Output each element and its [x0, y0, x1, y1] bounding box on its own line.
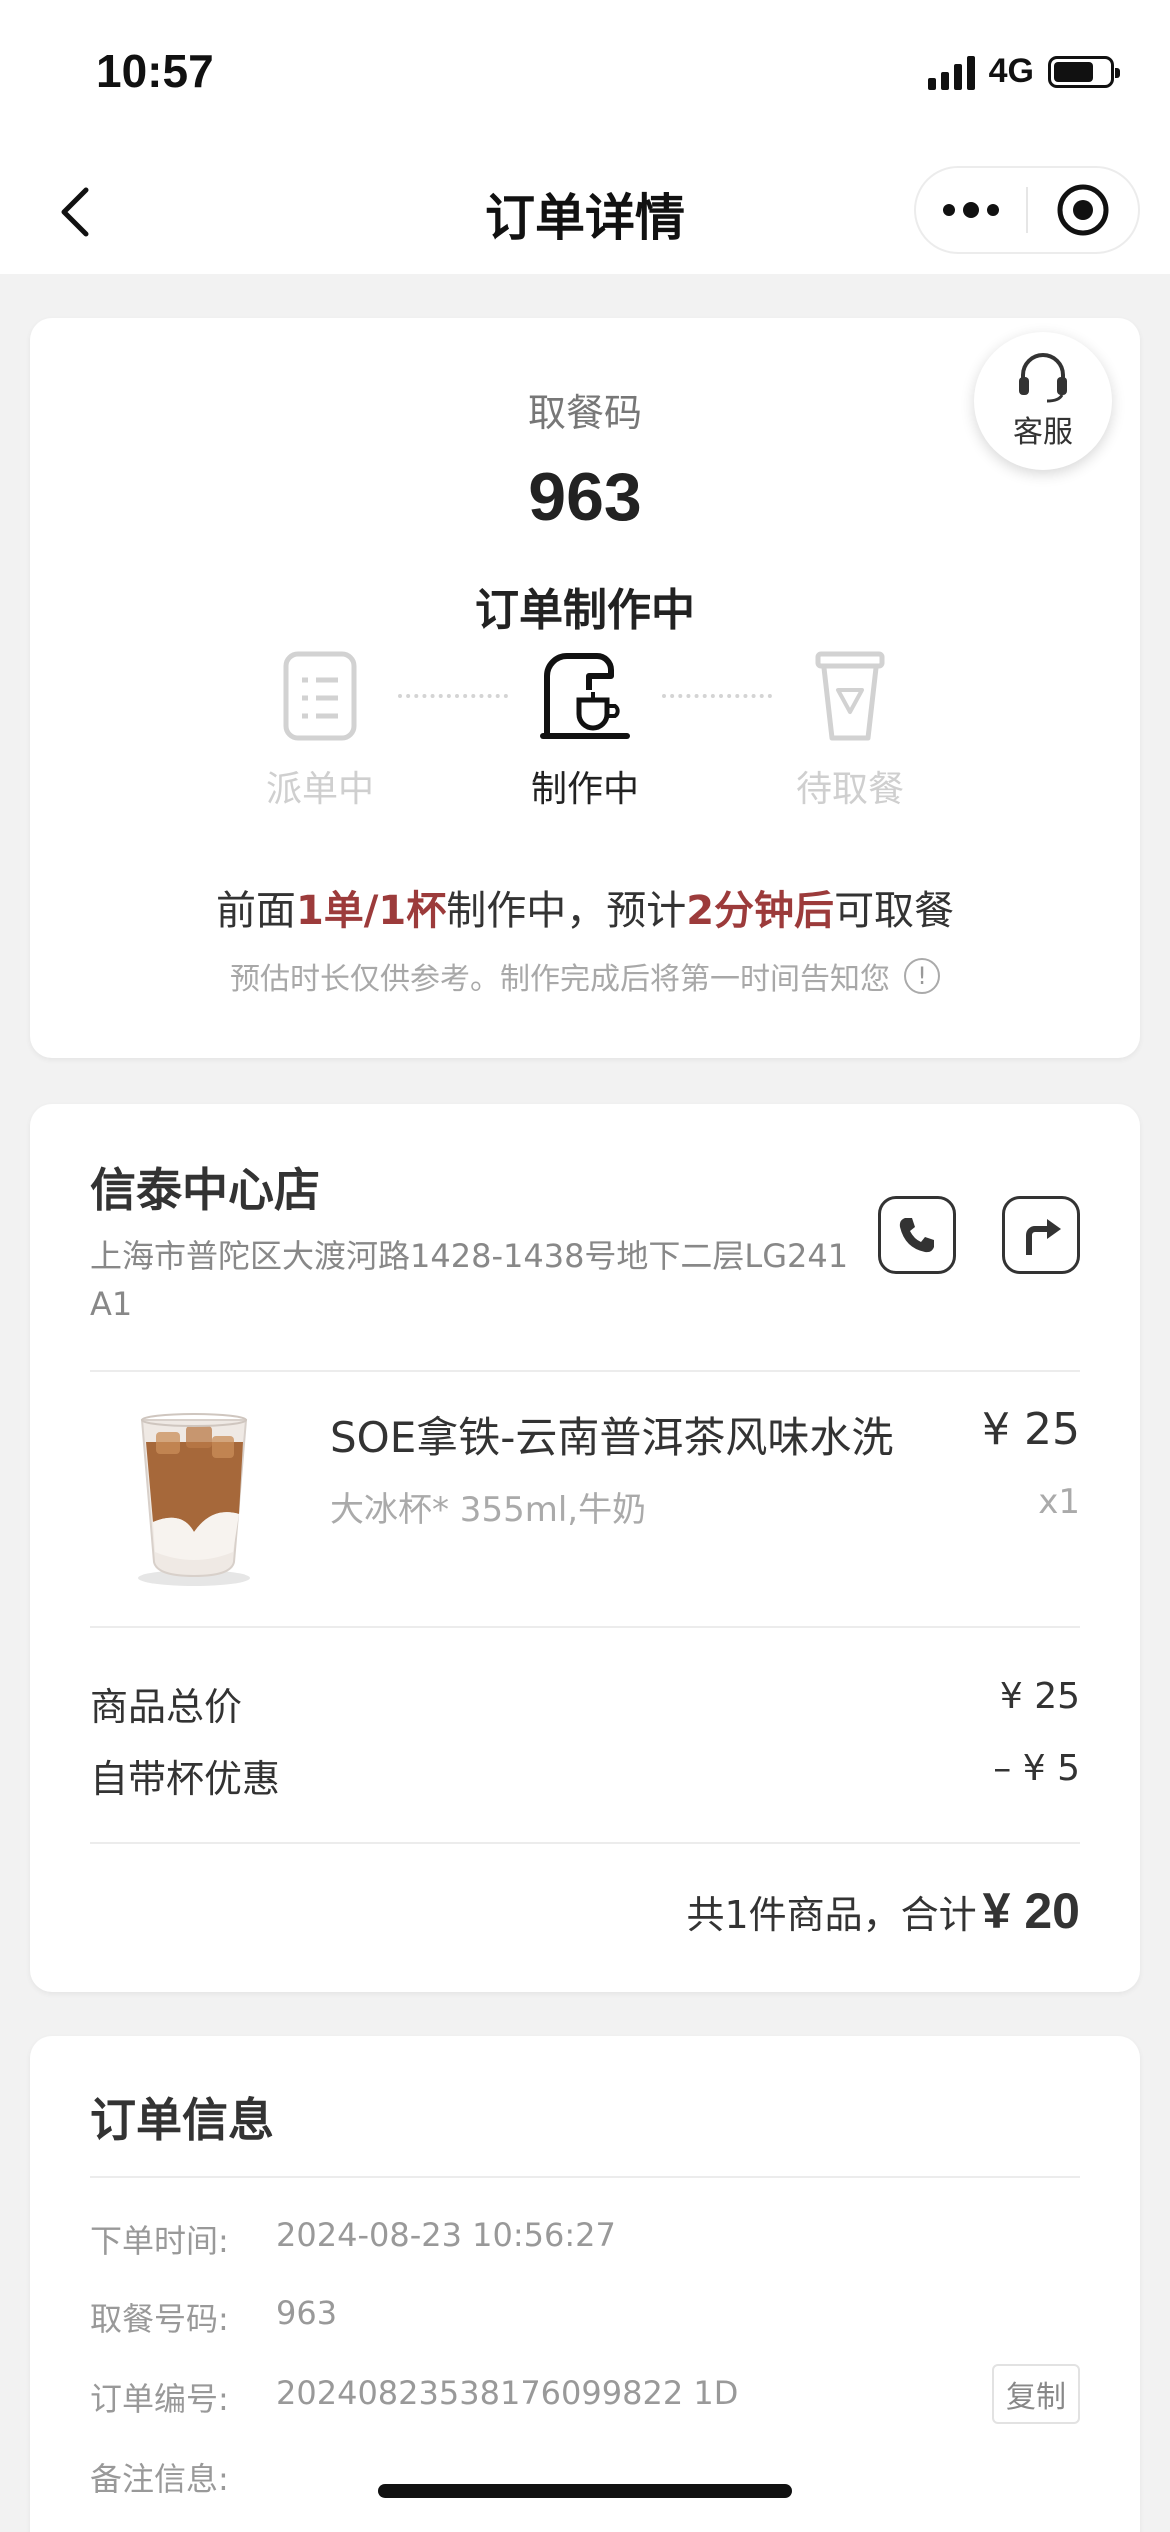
queue-text: 可取餐 [834, 888, 955, 934]
info-icon[interactable]: ! [904, 958, 940, 994]
clipboard-icon [283, 651, 357, 741]
step-connector [398, 694, 508, 698]
cup-icon [815, 651, 885, 741]
fee-label: 自带杯优惠 [90, 1757, 281, 1801]
progress-steps: 派单中 制作中 待取餐 [30, 648, 1140, 818]
network-label: 4G [988, 52, 1034, 90]
divider [90, 1842, 1080, 1844]
phone-icon [899, 1218, 934, 1253]
order-total: 共1件商品，合计 ¥ 20 [686, 1882, 1080, 1940]
info-value: 2024-08-23 10:56:27 [276, 2216, 616, 2254]
info-key: 下单时间: [90, 2222, 229, 2260]
order-info-title: 订单信息 [90, 2093, 274, 2147]
product-spec: 大冰杯* 355ml,牛奶 [330, 1490, 647, 1530]
directions-icon [1026, 1219, 1061, 1255]
divider [90, 1626, 1080, 1628]
product-price: ¥ 25 [982, 1404, 1080, 1455]
divider [90, 2176, 1080, 2178]
status-indicators: 4G [927, 52, 1120, 91]
product-quantity: x1 [1038, 1482, 1080, 1522]
queue-text: 前面 [215, 888, 296, 934]
info-key: 备注信息: [90, 2460, 229, 2498]
miniprogram-capsule [914, 166, 1140, 254]
copy-order-number-button[interactable]: 复制 [992, 2364, 1080, 2424]
total-amount: ¥ 20 [982, 1883, 1080, 1939]
step-label: 派单中 [265, 769, 374, 810]
step-dispatching: 派单中 [230, 648, 410, 812]
info-key: 订单编号: [90, 2380, 229, 2418]
step-making: 制作中 [495, 648, 675, 812]
store-address: 上海市普陀区大渡河路1428-1438号地下二层LG241 A1 [90, 1237, 849, 1323]
signal-icon [927, 54, 975, 90]
store-card: 信泰中心店 上海市普陀区大渡河路1428-1438号地下二层LG241 A1 S… [30, 1104, 1140, 1992]
store-name: 信泰中心店 [90, 1163, 320, 1217]
divider [90, 1370, 1080, 1372]
estimate-note: 预估时长仅供参考。制作完成后将第一时间告知您 ! [30, 954, 1140, 998]
pickup-card: 客服 取餐码 963 订单制作中 派单中 制作中 待取餐 前面1单/1杯制作中，… [30, 318, 1140, 1058]
queue-estimate: 前面1单/1杯制作中，预计2分钟后可取餐 [30, 878, 1140, 936]
more-button[interactable] [916, 168, 1026, 252]
estimate-note-text: 预估时长仅供参考。制作完成后将第一时间告知您 [230, 962, 890, 997]
step-label: 待取餐 [795, 769, 904, 810]
fee-label: 商品总价 [90, 1685, 243, 1729]
navigate-button[interactable] [1002, 1196, 1080, 1274]
coffee-machine-icon [540, 653, 630, 739]
fee-value: – ¥ 5 [993, 1748, 1080, 1789]
iced-latte-icon [138, 1413, 250, 1586]
fee-value: ¥ 25 [999, 1676, 1080, 1717]
info-key: 取餐号码: [90, 2300, 229, 2338]
total-prefix: 共1件商品，合计 [686, 1893, 977, 1937]
info-value: 20240823538176099822 1D [276, 2374, 739, 2412]
order-status: 订单制作中 [475, 585, 695, 636]
discount-row: 自带杯优惠 – ¥ 5 [90, 1748, 1080, 1803]
close-miniprogram-button[interactable] [1028, 168, 1138, 252]
pickup-code-label: 取餐码 [527, 391, 642, 435]
wait-time: 2分钟后 [686, 888, 835, 934]
step-connector [662, 694, 772, 698]
product-name: SOE拿铁-云南普洱茶风味水洗 [330, 1413, 894, 1462]
order-info-card: 订单信息 下单时间: 2024-08-23 10:56:27 取餐号码: 963… [30, 2036, 1140, 2532]
step-label: 制作中 [530, 769, 639, 810]
info-value: 963 [276, 2294, 338, 2332]
subtotal-row: 商品总价 ¥ 25 [90, 1676, 1080, 1731]
status-time: 10:57 [96, 45, 214, 97]
home-indicator[interactable] [378, 2484, 792, 2498]
more-dots-icon [943, 202, 999, 218]
product-image [122, 1402, 272, 1592]
target-icon [1057, 184, 1109, 236]
status-bar: 10:57 4G [0, 0, 1170, 150]
battery-icon [1048, 55, 1120, 88]
nav-bar: 订单详情 [0, 150, 1170, 274]
pickup-code: 963 [528, 459, 642, 535]
call-store-button[interactable] [878, 1196, 956, 1274]
queue-text: 制作中，预计 [446, 888, 687, 934]
queue-count: 1单/1杯 [295, 888, 447, 934]
step-ready: 待取餐 [760, 648, 940, 812]
